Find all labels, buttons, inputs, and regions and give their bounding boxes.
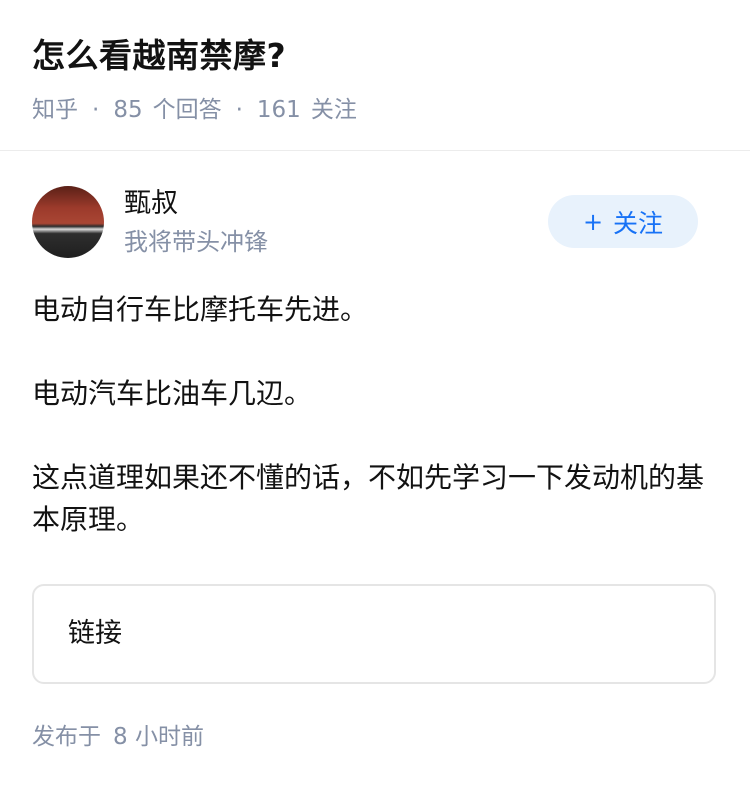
published-time: 8 小时前 [113, 724, 204, 750]
author-name[interactable]: 甄叔 [124, 186, 178, 222]
answer-page: 怎么看越南禁摩? 知乎 · 85 个回答 · 161 关注 甄叔 我将带头冲锋 … [0, 0, 750, 788]
followers-label[interactable]: 关注 [311, 94, 357, 126]
site-name[interactable]: 知乎 [32, 94, 78, 126]
published-label: 发布于 [32, 724, 101, 750]
follow-button[interactable]: + 关注 [548, 195, 698, 248]
question-header: 怎么看越南禁摩? 知乎 · 85 个回答 · 161 关注 [0, 0, 750, 151]
question-title[interactable]: 怎么看越南禁摩? [32, 34, 286, 78]
question-meta: 知乎 · 85 个回答 · 161 关注 [32, 94, 357, 126]
publish-info: 发布于 8 小时前 [32, 721, 204, 753]
separator-dot: · [235, 97, 243, 123]
answer-paragraph: 这点道理如果还不懂的话，不如先学习一下发动机的基本原理。 [32, 461, 705, 536]
answer-paragraph: 电动汽车比油车几辺。 [32, 377, 313, 410]
separator-dot: · [92, 97, 100, 123]
link-card[interactable]: 链接 [32, 584, 716, 684]
link-card-label: 链接 [68, 618, 122, 649]
answers-label[interactable]: 个回答 [153, 94, 222, 126]
answers-count[interactable]: 85 [113, 94, 142, 126]
author-bio: 我将带头冲锋 [124, 228, 268, 256]
follow-button-label: 关注 [613, 208, 664, 238]
answer-paragraph: 电动自行车比摩托车先进。 [32, 293, 369, 326]
avatar[interactable] [32, 186, 104, 258]
plus-icon: + [582, 207, 604, 236]
followers-count[interactable]: 161 [257, 94, 301, 126]
